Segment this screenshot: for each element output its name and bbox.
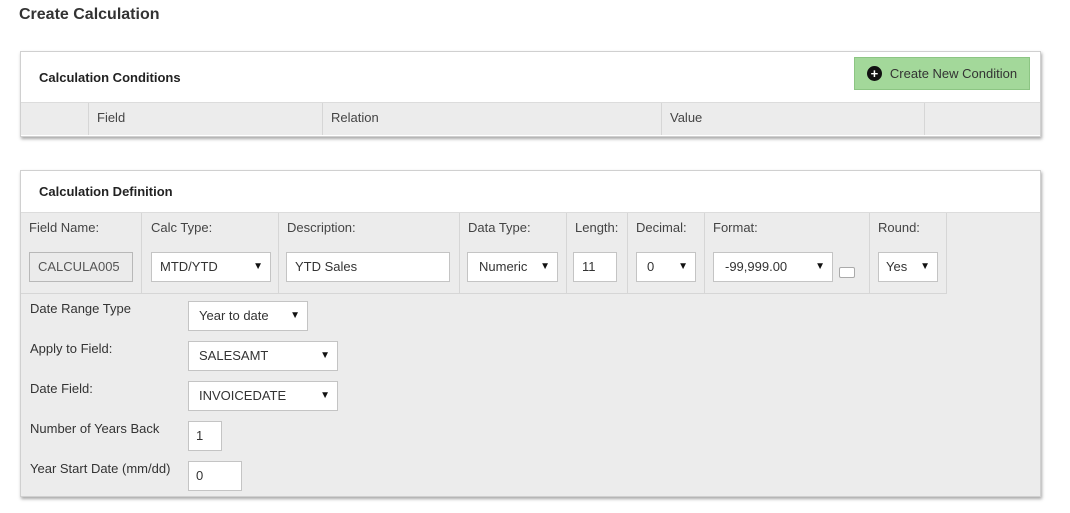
cell-format: -99,999.00 ▼ (705, 245, 870, 293)
calc-type-value: MTD/YTD (160, 259, 218, 274)
chevron-down-icon: ▼ (678, 261, 688, 272)
chevron-down-icon: ▼ (540, 261, 550, 272)
round-select[interactable]: Yes ▼ (878, 252, 938, 282)
apply-to-field-select[interactable]: SALESAMT ▼ (188, 341, 338, 371)
date-range-type-row: Date Range Type Year to date ▼ (21, 301, 421, 341)
definition-grid-row: CALCULA005 MTD/YTD ▼ YTD Sales Numeric ▼… (21, 245, 947, 294)
comment-icon[interactable] (839, 267, 855, 278)
apply-to-field-label: Apply to Field: (30, 341, 113, 356)
date-range-type-value: Year to date (199, 308, 269, 323)
header-round: Round: (870, 213, 947, 245)
length-input[interactable]: 11 (573, 252, 617, 282)
calculation-conditions-panel: Calculation Conditions + Create New Cond… (20, 51, 1041, 137)
apply-to-field-value: SALESAMT (199, 348, 269, 363)
date-range-type-select[interactable]: Year to date ▼ (188, 301, 308, 331)
format-value: -99,999.00 (725, 259, 788, 274)
header-length: Length: (567, 213, 628, 245)
conditions-title: Calculation Conditions (39, 70, 181, 85)
format-select[interactable]: -99,999.00 ▼ (713, 252, 833, 282)
chevron-down-icon: ▼ (253, 261, 263, 272)
chevron-down-icon: ▼ (920, 261, 930, 272)
years-back-label: Number of Years Back (30, 421, 160, 436)
years-back-input[interactable]: 1 (188, 421, 222, 451)
header-description: Description: (279, 213, 460, 245)
date-field-select[interactable]: INVOICEDATE ▼ (188, 381, 338, 411)
conditions-header: Calculation Conditions + Create New Cond… (21, 52, 1040, 103)
calc-type-select[interactable]: MTD/YTD ▼ (151, 252, 271, 282)
conditions-table-header: Field Relation Value (21, 103, 1040, 135)
conditions-col-field[interactable]: Field (89, 103, 323, 135)
header-data-type: Data Type: (460, 213, 567, 245)
definition-header: Calculation Definition (21, 171, 1040, 213)
chevron-down-icon: ▼ (320, 390, 330, 401)
plus-circle-icon: + (866, 66, 882, 81)
apply-to-field-row: Apply to Field: SALESAMT ▼ (21, 341, 421, 381)
header-field-name: Field Name: (21, 213, 142, 245)
conditions-col-blank (21, 103, 89, 135)
cell-decimal: 0 ▼ (628, 245, 705, 293)
chevron-down-icon: ▼ (320, 350, 330, 361)
chevron-down-icon: ▼ (815, 261, 825, 272)
conditions-col-relation[interactable]: Relation (323, 103, 662, 135)
conditions-col-actions (925, 103, 1040, 135)
cell-length: 11 (567, 245, 628, 293)
date-range-type-label: Date Range Type (30, 301, 131, 316)
cell-data-type: Numeric ▼ (460, 245, 567, 293)
header-calc-type: Calc Type: (142, 213, 279, 245)
page-title: Create Calculation (19, 6, 160, 23)
header-format: Format: (705, 213, 870, 245)
create-new-condition-label: Create New Condition (889, 66, 1018, 81)
chevron-down-icon: ▼ (290, 310, 300, 321)
cell-calc-type: MTD/YTD ▼ (142, 245, 279, 293)
create-new-condition-button[interactable]: + Create New Condition (854, 57, 1030, 90)
date-field-value: INVOICEDATE (199, 388, 287, 403)
date-field-label: Date Field: (30, 381, 93, 396)
year-start-input[interactable]: 0 (188, 461, 242, 491)
cell-round: Yes ▼ (870, 245, 947, 293)
data-type-select[interactable]: Numeric ▼ (467, 252, 558, 282)
description-input[interactable]: YTD Sales (286, 252, 450, 282)
cell-field-name: CALCULA005 (21, 245, 142, 293)
header-decimal: Decimal: (628, 213, 705, 245)
calculation-definition-panel: Calculation Definition Field Name: Calc … (20, 170, 1041, 497)
data-type-value: Numeric (479, 259, 528, 274)
year-start-label: Year Start Date (mm/dd) (30, 461, 171, 476)
decimal-select[interactable]: 0 ▼ (636, 252, 696, 282)
field-name-input: CALCULA005 (29, 252, 133, 282)
date-field-row: Date Field: INVOICEDATE ▼ (21, 381, 421, 421)
year-start-row: Year Start Date (mm/dd) 0 (21, 461, 421, 501)
definition-grid-header: Field Name: Calc Type: Description: Data… (21, 213, 947, 245)
years-back-row: Number of Years Back 1 (21, 421, 421, 461)
conditions-col-value[interactable]: Value (662, 103, 925, 135)
cell-description: YTD Sales (279, 245, 460, 293)
definition-title: Calculation Definition (39, 184, 173, 199)
